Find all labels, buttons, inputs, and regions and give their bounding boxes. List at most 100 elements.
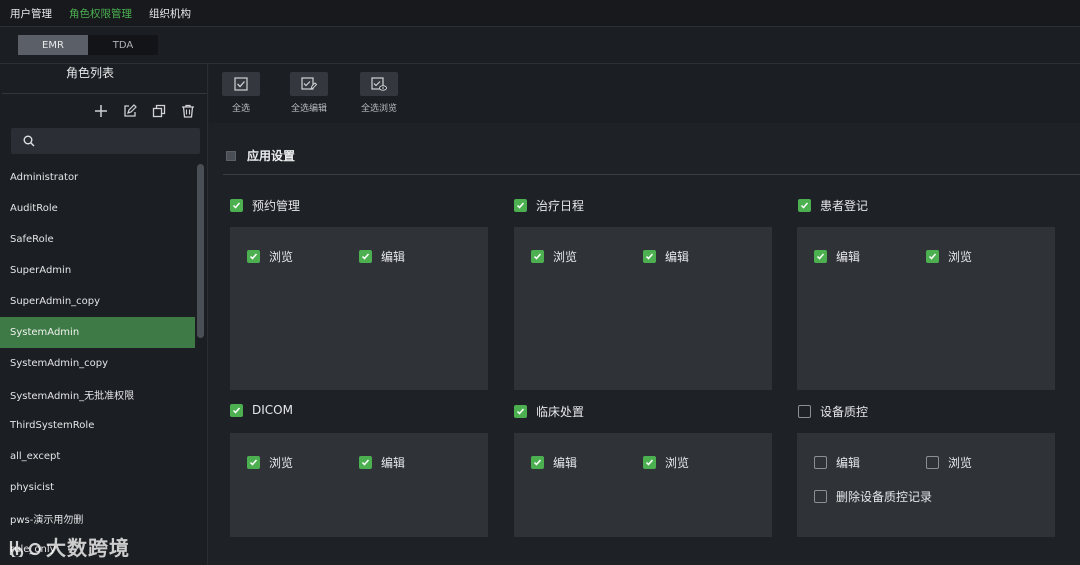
system-tabs-bar: EMR TDA [0, 27, 1080, 64]
system-segmented-control: EMR TDA [18, 35, 158, 55]
role-item-superadmin-copy[interactable]: SuperAdmin_copy [0, 286, 195, 317]
group-clinical-treatment[interactable]: 临床处置 [514, 403, 584, 420]
perm-equipment-edit[interactable]: 编辑 [814, 454, 860, 471]
role-item-auditrole[interactable]: AuditRole [0, 193, 195, 224]
perm-clinical-browse[interactable]: 浏览 [643, 454, 689, 471]
group-treatment-schedule-card: 浏览 编辑 [514, 227, 772, 390]
role-item-superadmin[interactable]: SuperAdmin [0, 255, 195, 286]
role-item-administrator[interactable]: Administrator [0, 162, 195, 193]
group-label: 患者登记 [820, 199, 869, 213]
role-item-systemadmin-no-approval[interactable]: SystemAdmin_无批准权限 [0, 379, 195, 410]
role-item-all-except[interactable]: all_except [0, 441, 195, 472]
role-item-saferole[interactable]: SafeRole [0, 224, 195, 255]
role-list-panel: 角色列表 Administrator AuditRole SafeRole Su… [0, 64, 208, 565]
group-appointment-card: 浏览 编辑 [230, 227, 488, 390]
group-treatment-schedule[interactable]: 治疗日程 [514, 197, 584, 214]
copy-role-button[interactable] [150, 102, 168, 120]
check-icon [533, 253, 542, 260]
check-icon [800, 202, 809, 209]
perm-label: 编辑 [836, 250, 861, 264]
check-icon [361, 459, 370, 466]
tab-tda[interactable]: TDA [88, 35, 158, 55]
group-treatment-schedule-checkbox[interactable] [514, 199, 527, 212]
role-item-physicist[interactable]: physicist [0, 472, 195, 503]
select-all-button[interactable]: 全选 [222, 72, 260, 114]
perm-checkbox[interactable] [247, 250, 260, 263]
group-equipment-qc-checkbox[interactable] [798, 405, 811, 418]
watermark-text: 大数跨境 [46, 536, 130, 560]
group-appointment[interactable]: 预约管理 [230, 197, 300, 214]
tab-emr[interactable]: EMR [18, 35, 88, 55]
role-item-systemadmin-copy[interactable]: SystemAdmin_copy [0, 348, 195, 379]
perm-checkbox[interactable] [247, 456, 260, 469]
edit-role-button[interactable] [121, 102, 139, 120]
group-label: 设备质控 [820, 405, 869, 419]
select-all-edit-button[interactable]: 全选编辑 [290, 72, 328, 114]
perm-checkbox[interactable] [814, 250, 827, 263]
group-patient-registration[interactable]: 患者登记 [798, 197, 868, 214]
nav-user-management[interactable]: 用户管理 [10, 6, 52, 21]
group-clinical-treatment-checkbox[interactable] [514, 405, 527, 418]
group-equipment-qc[interactable]: 设备质控 [798, 403, 868, 420]
group-label: DICOM [252, 403, 293, 417]
role-item-systemadmin[interactable]: SystemAdmin [0, 317, 195, 348]
perm-patient-browse[interactable]: 浏览 [926, 248, 972, 265]
perm-clinical-edit[interactable]: 编辑 [531, 454, 577, 471]
perm-checkbox[interactable] [643, 250, 656, 263]
group-appointment-checkbox[interactable] [230, 199, 243, 212]
perm-checkbox[interactable] [643, 456, 656, 469]
perm-label: 浏览 [948, 456, 973, 470]
group-patient-registration-checkbox[interactable] [798, 199, 811, 212]
section-app-settings[interactable]: 应用设置 [226, 147, 295, 164]
perm-checkbox[interactable] [531, 250, 544, 263]
check-icon [816, 253, 825, 260]
perm-equipment-browse[interactable]: 浏览 [926, 454, 972, 471]
perm-patient-edit[interactable]: 编辑 [814, 248, 860, 265]
select-all-browse-icon-box [360, 72, 398, 96]
perm-checkbox[interactable] [531, 456, 544, 469]
role-item-pws-demo[interactable]: pws-演示用勿删 [0, 503, 195, 534]
trash-icon [182, 104, 194, 118]
perm-checkbox[interactable] [814, 456, 827, 469]
role-item-thirdsystemrole[interactable]: ThirdSystemRole [0, 410, 195, 441]
add-role-button[interactable] [92, 102, 110, 120]
nav-organization[interactable]: 组织机构 [149, 6, 191, 21]
group-dicom-checkbox[interactable] [230, 403, 243, 417]
perm-checkbox[interactable] [814, 490, 827, 503]
select-all-label: 全选 [231, 104, 250, 114]
check-icon [361, 253, 370, 260]
delete-role-button[interactable] [179, 102, 197, 120]
perm-label: 编辑 [381, 456, 406, 470]
perm-checkbox[interactable] [926, 456, 939, 469]
edit-icon [124, 104, 137, 117]
group-label: 临床处置 [536, 405, 585, 419]
check-icon [232, 407, 241, 414]
perm-checkbox[interactable] [359, 456, 372, 469]
perm-equipment-delete-record[interactable]: 删除设备质控记录 [814, 488, 932, 505]
select-all-browse-label: 全选浏览 [360, 104, 397, 114]
select-all-edit-label: 全选编辑 [290, 104, 327, 114]
perm-treatment-edit[interactable]: 编辑 [643, 248, 689, 265]
perm-appointment-browse[interactable]: 浏览 [247, 248, 293, 265]
perm-treatment-browse[interactable]: 浏览 [531, 248, 577, 265]
section-indeterminate-checkbox[interactable] [226, 150, 236, 161]
role-list-scrollbar[interactable] [197, 164, 204, 338]
role-list-title: 角色列表 [65, 66, 114, 80]
perm-label: 浏览 [948, 250, 973, 264]
nav-role-permission[interactable]: 角色权限管理 [69, 6, 132, 21]
group-dicom[interactable]: DICOM [230, 403, 293, 417]
perm-appointment-edit[interactable]: 编辑 [359, 248, 405, 265]
perm-label: 编辑 [836, 456, 861, 470]
group-clinical-treatment-card: 编辑 浏览 [514, 433, 772, 537]
checkbox-edit-icon [301, 77, 317, 91]
perm-label: 浏览 [553, 250, 578, 264]
perm-dicom-edit[interactable]: 编辑 [359, 454, 405, 471]
perm-checkbox[interactable] [359, 250, 372, 263]
perm-dicom-browse[interactable]: 浏览 [247, 454, 293, 471]
perm-checkbox[interactable] [926, 250, 939, 263]
role-search-input[interactable] [43, 134, 193, 148]
check-icon [533, 459, 542, 466]
select-all-browse-button[interactable]: 全选浏览 [360, 72, 398, 114]
check-icon [645, 253, 654, 260]
role-tools [92, 102, 197, 120]
